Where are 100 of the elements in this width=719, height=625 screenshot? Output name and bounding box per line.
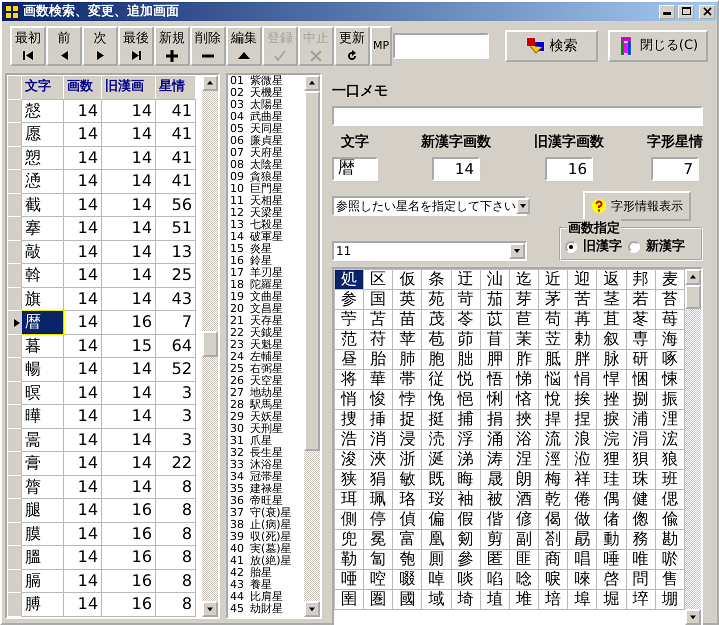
toolbar-button[interactable]: 削除 (190, 26, 226, 66)
grid-cell[interactable]: 浸 (392, 429, 422, 449)
grid-cell[interactable]: 偕 (480, 509, 510, 529)
grid-cell[interactable]: 勗 (568, 529, 597, 549)
table-cell[interactable]: 8 (156, 546, 196, 569)
table-cell[interactable]: 14 (64, 546, 102, 569)
grid-cell[interactable]: 厠 (422, 549, 452, 569)
grid-cell[interactable]: 叙 (596, 329, 626, 349)
grid-cell[interactable]: 国 (364, 289, 393, 309)
table-cell[interactable]: 斡 (22, 264, 64, 287)
table-cell[interactable]: 22 (156, 452, 196, 475)
list-item[interactable]: 21 天存星 (230, 315, 304, 327)
grid-cell[interactable]: 胛 (480, 349, 510, 369)
grid-cell[interactable]: 浩 (334, 429, 364, 449)
grid-cell[interactable]: 胎 (364, 349, 393, 369)
radio-button[interactable] (565, 240, 577, 253)
grid-cell[interactable]: 挿 (364, 409, 393, 429)
table-cell[interactable]: 腿 (22, 498, 64, 522)
table-cell[interactable]: 14 (64, 287, 102, 310)
info-button[interactable]: 字形情報表示 (583, 191, 691, 221)
table-cell[interactable]: 52 (156, 358, 196, 381)
grid-cell[interactable]: 挺 (422, 409, 452, 429)
grid-cell[interactable]: 挾 (509, 409, 539, 429)
grid-cell[interactable]: 倦 (568, 489, 597, 509)
table-cell[interactable]: 14 (102, 475, 156, 498)
grid-cell[interactable]: 埴 (480, 589, 510, 609)
row-header[interactable] (8, 310, 22, 334)
grid-cell[interactable]: 珠 (626, 469, 656, 489)
grid-cell[interactable]: 狸 (596, 449, 626, 469)
grid-cell[interactable]: 将 (334, 369, 364, 389)
table-cell[interactable]: 43 (156, 287, 196, 310)
list-item[interactable]: 15 炎星 (230, 243, 304, 255)
table-cell[interactable]: 14 (64, 146, 102, 170)
grid-cell[interactable]: 苒 (568, 309, 597, 329)
radio-label[interactable]: 旧漢字 (583, 237, 622, 256)
table-cell[interactable]: 14 (102, 428, 156, 452)
grid-cell[interactable]: 涇 (538, 449, 568, 469)
table-cell[interactable]: 3 (156, 381, 196, 404)
column-header[interactable]: 星情 (156, 76, 196, 99)
scroll-thumb[interactable] (202, 331, 218, 357)
table-cell[interactable]: 14 (102, 216, 156, 240)
grid-cell[interactable]: 英 (392, 289, 422, 309)
table-cell[interactable]: 膃 (22, 546, 64, 569)
grid-cell[interactable]: 捜 (334, 409, 364, 429)
grid-cell[interactable]: 唳 (538, 569, 568, 589)
grid-cell[interactable]: 苡 (480, 309, 510, 329)
table-cell[interactable]: 41 (156, 99, 196, 122)
table-cell[interactable]: 14 (64, 216, 102, 240)
mp-input-field[interactable] (393, 33, 490, 59)
grid-cell[interactable]: 乾 (538, 489, 568, 509)
grid-cell[interactable]: 啜 (392, 569, 422, 589)
grid-cell[interactable]: 胝 (538, 349, 568, 369)
grid-cell[interactable]: 苞 (422, 329, 452, 349)
grid-cell[interactable]: 仮 (392, 269, 422, 289)
list-item[interactable]: 32 長生星 (230, 447, 304, 459)
table-cell[interactable]: 膊 (22, 592, 64, 616)
list-item[interactable]: 42 胎星 (230, 567, 304, 579)
grid-cell[interactable]: 悩 (538, 369, 568, 389)
grid-cell[interactable]: 茉 (509, 329, 539, 349)
table-cell[interactable]: 41 (156, 122, 196, 146)
table-cell[interactable]: 64 (156, 334, 196, 358)
grid-cell[interactable]: 邦 (626, 269, 656, 289)
grid-cell[interactable]: 培 (538, 589, 568, 609)
list-item[interactable]: 06 廉貞星 (230, 135, 304, 147)
grid-cell[interactable]: 処 (334, 269, 364, 289)
table-cell[interactable]: 14 (102, 381, 156, 404)
grid-cell[interactable]: 悍 (596, 369, 626, 389)
grid-cell[interactable]: 國 (392, 589, 422, 609)
grid-cell[interactable]: 悌 (509, 369, 539, 389)
grid-cell[interactable]: 専 (626, 329, 656, 349)
grid-cell[interactable]: 敏 (392, 469, 422, 489)
scroll-up-button[interactable] (202, 75, 218, 91)
grid-cell[interactable]: 剪 (480, 529, 510, 549)
grid-cell[interactable]: 苴 (596, 309, 626, 329)
list-item[interactable]: 33 沐浴星 (230, 459, 304, 471)
toolbar-button[interactable]: 新規 (154, 26, 190, 66)
grid-cell[interactable]: 浴 (509, 429, 539, 449)
table-cell[interactable]: 51 (156, 216, 196, 240)
close-button[interactable]: 閉じる(C) (608, 30, 708, 62)
table-cell[interactable]: 14 (64, 592, 102, 616)
grid-cell[interactable]: 啅 (422, 569, 452, 589)
list-item[interactable]: 11 天相星 (230, 195, 304, 207)
grid-cell[interactable]: 停 (364, 509, 393, 529)
table-cell[interactable]: 16 (102, 498, 156, 522)
grid-cell[interactable]: 唾 (596, 549, 626, 569)
grid-cell[interactable]: 浪 (568, 429, 597, 449)
list-item[interactable]: 23 天魁星 (230, 339, 304, 351)
table-cell[interactable]: 3 (156, 428, 196, 452)
grid-cell[interactable]: 消 (364, 429, 393, 449)
grid-cell[interactable]: 偶 (596, 489, 626, 509)
table-cell[interactable]: 愬 (22, 146, 64, 170)
grid-cell[interactable]: 捌 (626, 389, 656, 409)
grid-cell[interactable]: 梅 (538, 469, 568, 489)
list-item[interactable]: 24 左輔星 (230, 351, 304, 363)
grid-cell[interactable]: 涌 (480, 429, 510, 449)
table-cell[interactable]: 14 (102, 264, 156, 287)
table-cell[interactable]: 慤 (22, 99, 64, 122)
grid-cell[interactable]: 悟 (480, 369, 510, 389)
table-cell[interactable]: 15 (102, 334, 156, 358)
table-cell[interactable]: 膈 (22, 569, 64, 592)
